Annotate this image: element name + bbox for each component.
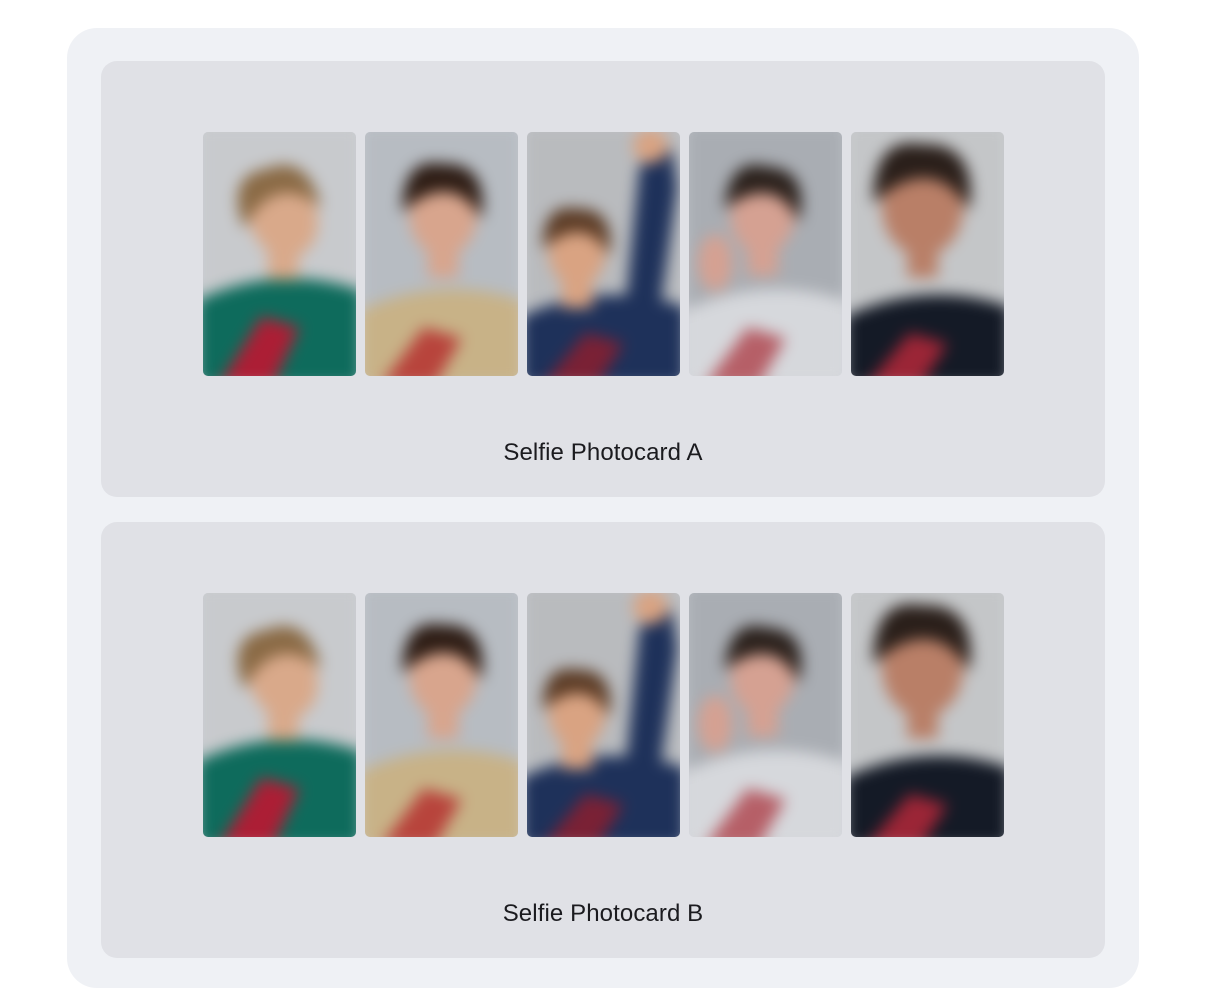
photocard-image[interactable]: [365, 593, 518, 837]
photocard-strip: [203, 132, 1004, 376]
product-card-a[interactable]: Selfie Photocard A: [101, 61, 1105, 497]
photocard-member-4: [689, 593, 842, 837]
photocard-image[interactable]: [527, 593, 680, 837]
photocard-member-3: [527, 132, 680, 376]
photocard-image[interactable]: [689, 132, 842, 376]
product-card-b[interactable]: Selfie Photocard B: [101, 522, 1105, 958]
photocard-member-1: [203, 593, 356, 837]
photocard-member-3: [527, 593, 680, 837]
product-caption[interactable]: Selfie Photocard A: [101, 439, 1105, 467]
product-caption[interactable]: Selfie Photocard B: [101, 900, 1105, 928]
photocard-image[interactable]: [365, 132, 518, 376]
photocard-member-5: [851, 132, 1004, 376]
photocard-member-1: [203, 132, 356, 376]
photocard-member-2: [365, 593, 518, 837]
photocard-member-2: [365, 132, 518, 376]
photocard-strip: [203, 593, 1004, 837]
product-list: Selfie Photocard A Selfie Photocard B: [67, 28, 1139, 988]
photocard-image[interactable]: [203, 593, 356, 837]
photocard-image[interactable]: [851, 593, 1004, 837]
photocard-image[interactable]: [527, 132, 680, 376]
photocard-member-4: [689, 132, 842, 376]
photocard-image[interactable]: [851, 132, 1004, 376]
photocard-member-5: [851, 593, 1004, 837]
photocard-image[interactable]: [203, 132, 356, 376]
photocard-image[interactable]: [689, 593, 842, 837]
